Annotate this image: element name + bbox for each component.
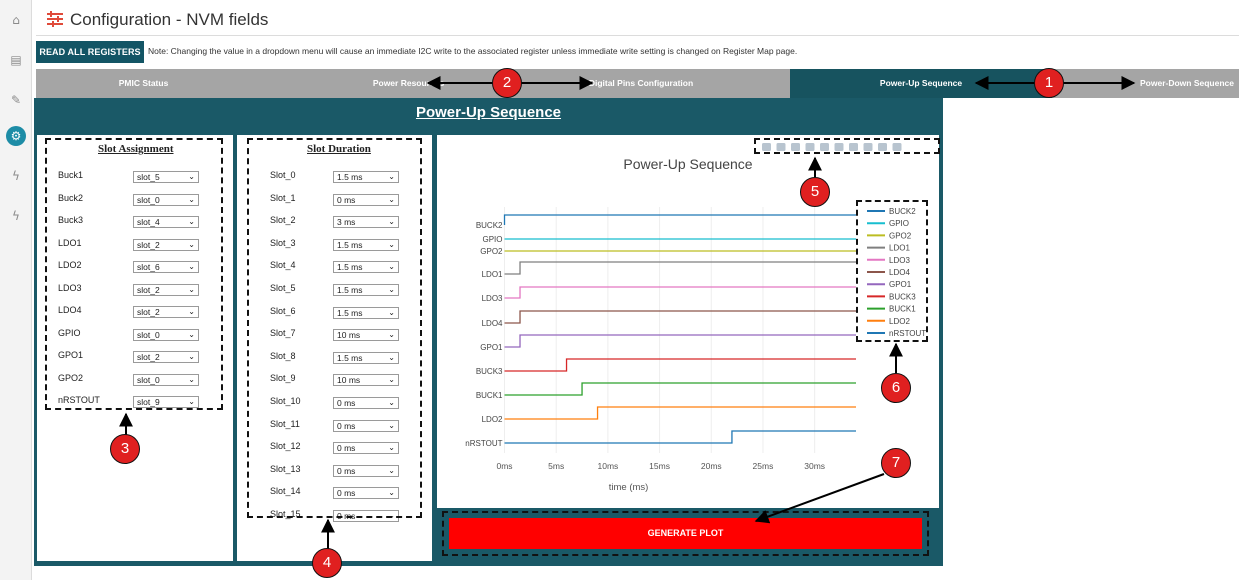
callout-7: 7 xyxy=(881,448,911,478)
callout-5: 5 xyxy=(800,177,830,207)
callout-4: 4 xyxy=(312,548,342,578)
callout-3: 3 xyxy=(110,434,140,464)
callout-1: 1 xyxy=(1034,68,1064,98)
callout-6: 6 xyxy=(881,373,911,403)
callout-2: 2 xyxy=(492,68,522,98)
